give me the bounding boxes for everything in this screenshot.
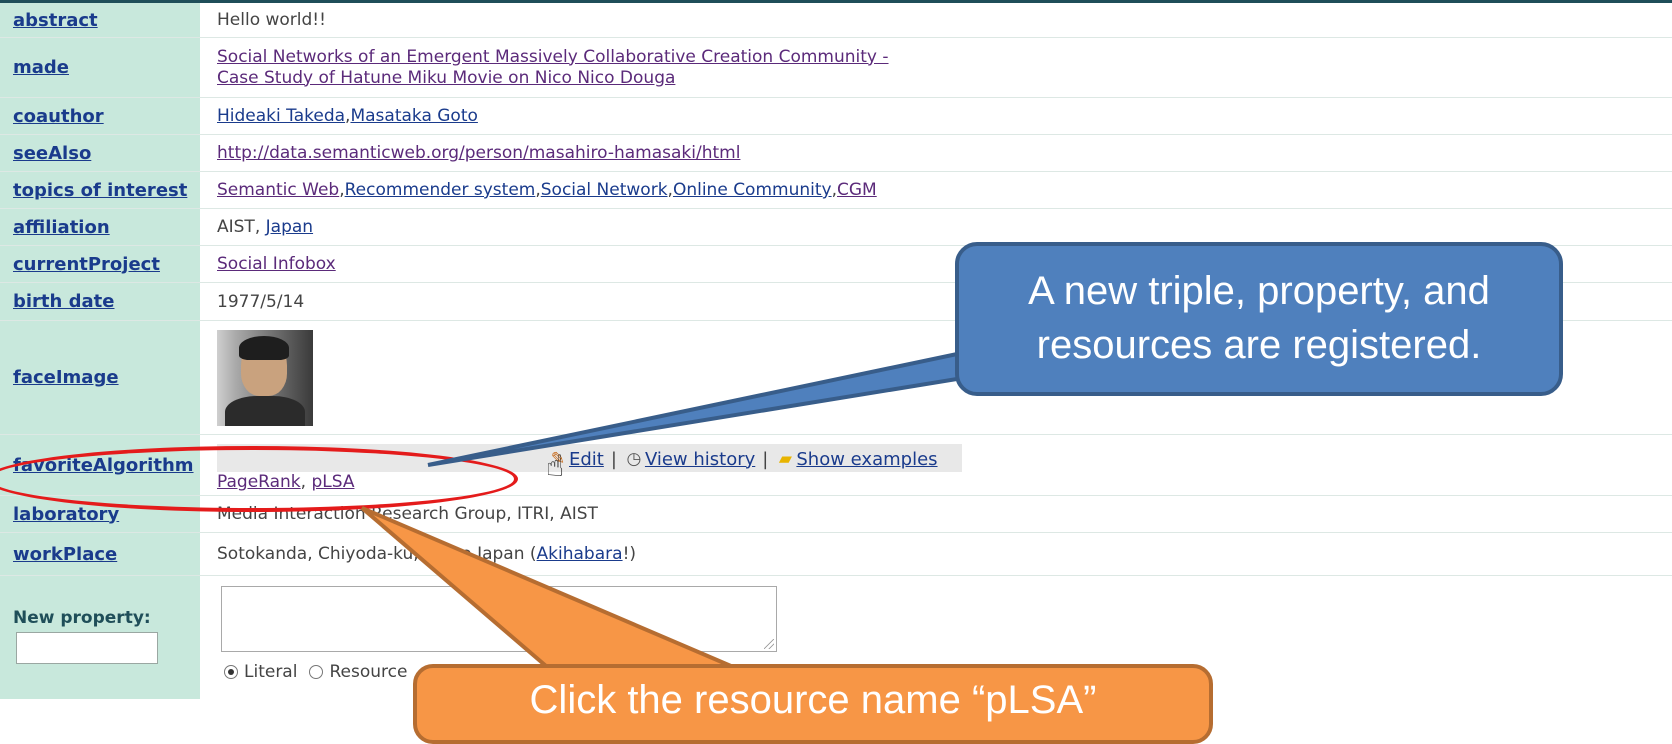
- blue-callout-pointer: [427, 342, 1002, 467]
- blue-callout: A new triple, property, and resources ar…: [955, 242, 1563, 396]
- orange-callout-pointer: [360, 506, 746, 674]
- orange-callout: Click the resource name “pLSA”: [413, 664, 1213, 744]
